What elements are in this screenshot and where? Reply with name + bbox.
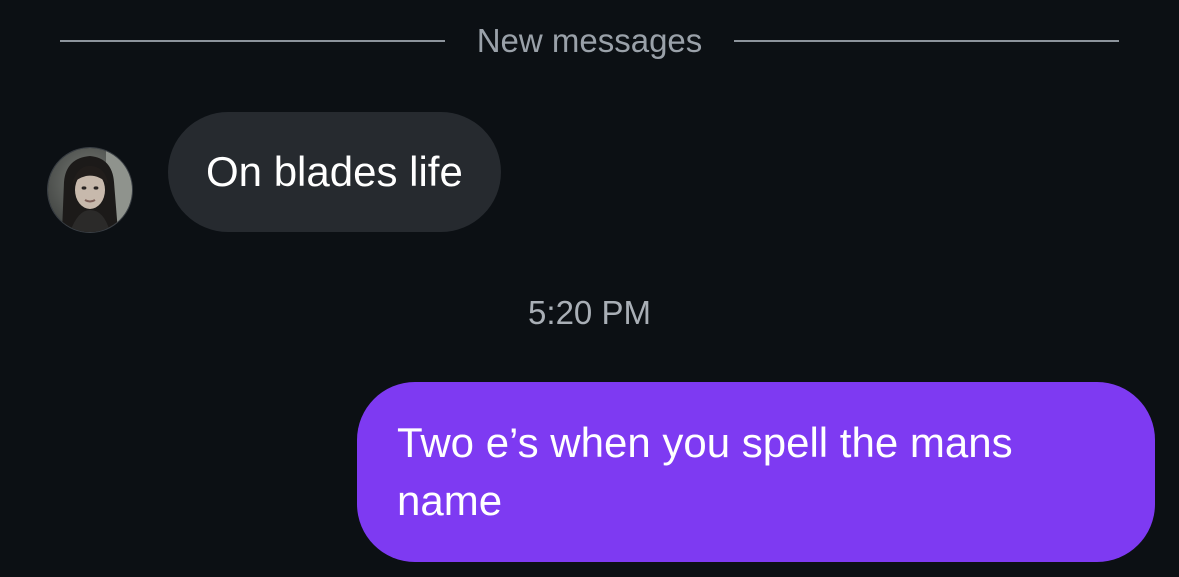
incoming-message-bubble[interactable]: On blades life xyxy=(168,112,501,232)
new-messages-label: New messages xyxy=(476,22,703,59)
avatar-photo xyxy=(48,148,132,232)
new-messages-divider: New messages xyxy=(60,20,1119,62)
divider-line-left xyxy=(60,40,445,42)
outgoing-message-bubble[interactable]: Two e’s when you spell the mans name xyxy=(357,382,1155,562)
divider-line-right xyxy=(734,40,1119,42)
outgoing-message-text: Two e’s when you spell the mans name xyxy=(397,419,1013,524)
incoming-message-text: On blades life xyxy=(206,148,463,195)
sender-avatar[interactable] xyxy=(48,148,132,232)
message-timestamp: 5:20 PM xyxy=(528,294,651,331)
